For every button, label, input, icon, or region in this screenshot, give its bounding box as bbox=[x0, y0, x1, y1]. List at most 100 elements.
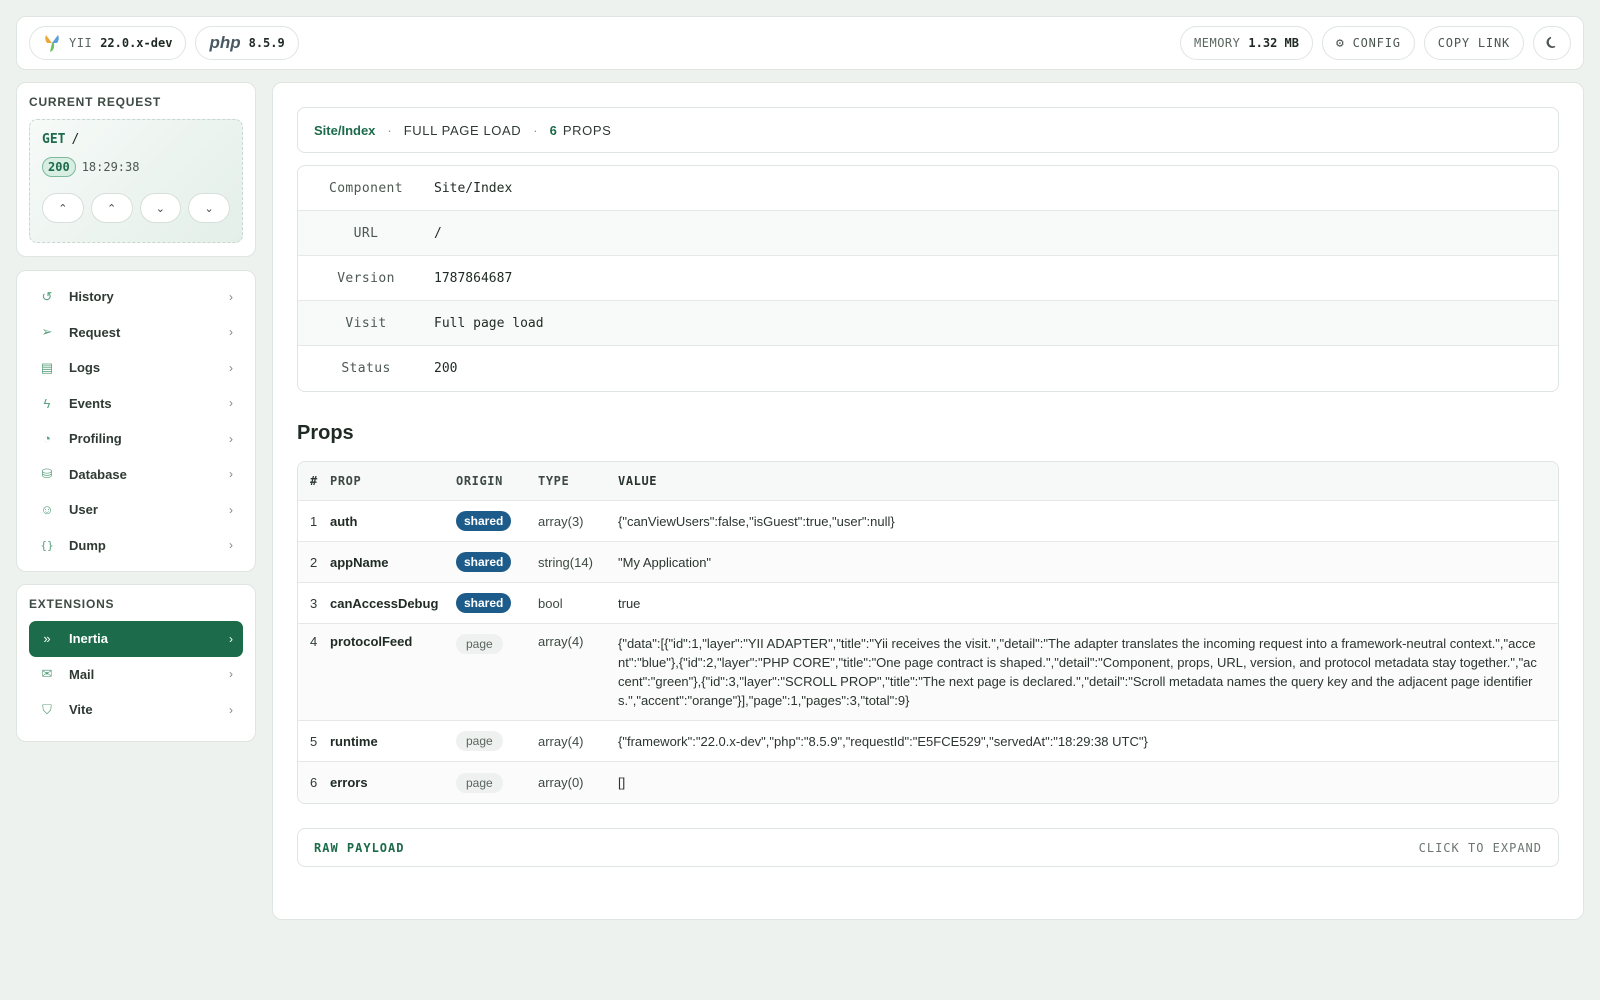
prop-name: protocolFeed bbox=[330, 634, 413, 649]
row-number: 1 bbox=[310, 513, 318, 529]
double-chevron-down-icon: ⌄ bbox=[204, 202, 214, 215]
chevron-right-icon: › bbox=[229, 360, 233, 375]
mail-icon: ✉ bbox=[41, 666, 53, 682]
gauge-icon: ◔ bbox=[43, 431, 51, 447]
detail-value: Full page load bbox=[434, 315, 544, 331]
chevron-right-icon: › bbox=[229, 396, 233, 411]
sidebar-item-profiling[interactable]: ◔ Profiling › bbox=[29, 421, 243, 457]
column-header: TYPE bbox=[538, 474, 570, 488]
table-row: 2 appName shared string(14) "My Applicat… bbox=[298, 542, 1558, 583]
extensions-title: EXTENSIONS bbox=[29, 597, 115, 611]
origin-cell: page bbox=[456, 772, 538, 793]
request-path: / bbox=[71, 132, 80, 147]
request-line: GET / bbox=[42, 132, 230, 147]
yii-version: 22.0.x-dev bbox=[100, 36, 173, 50]
page-summary-bar: Site/Index · FULL PAGE LOAD · 6 PROPS bbox=[297, 107, 1559, 153]
detail-row: URL / bbox=[298, 211, 1558, 256]
sidebar-item-vite[interactable]: ⛉ Vite › bbox=[29, 692, 243, 728]
summary-props-count: 6 bbox=[549, 122, 557, 138]
memory-value: 1.32 MB bbox=[1248, 36, 1299, 50]
props-heading: Props bbox=[297, 422, 354, 444]
panel-menu: ↺ History › ➢ Request › ▤ Logs › ϟ Event… bbox=[16, 270, 256, 572]
chevron-right-icon: › bbox=[229, 431, 233, 446]
sidebar-item-label: Profiling bbox=[69, 431, 122, 447]
table-row: 3 canAccessDebug shared bool true bbox=[298, 583, 1558, 624]
detail-key: Version bbox=[337, 270, 395, 286]
sidebar-item-dump[interactable]: {} Dump › bbox=[29, 528, 243, 564]
detail-key: URL bbox=[353, 225, 379, 241]
chevron-right-icon: › bbox=[229, 538, 233, 553]
raw-payload-toggle[interactable]: RAW PAYLOAD CLICK TO EXPAND bbox=[297, 828, 1559, 867]
column-header: # bbox=[310, 474, 318, 488]
origin-cell: page bbox=[456, 731, 538, 751]
origin-cell: shared bbox=[456, 511, 538, 531]
status-badge: 200 bbox=[42, 157, 76, 177]
row-number: 4 bbox=[310, 634, 318, 649]
chevron-right-icon: › bbox=[229, 467, 233, 482]
last-request-button[interactable]: ⌄ bbox=[188, 193, 230, 223]
sidebar-item-inertia[interactable]: » Inertia › bbox=[29, 621, 243, 657]
bolt-icon: ϟ bbox=[43, 395, 51, 411]
chevron-down-icon: ⌄ bbox=[155, 202, 165, 215]
detail-row: Component Site/Index bbox=[298, 166, 1558, 211]
prop-value: true bbox=[618, 595, 641, 611]
prop-type: array(0) bbox=[538, 775, 584, 790]
sidebar-item-label: User bbox=[69, 502, 98, 518]
previous-request-button[interactable]: ⌃ bbox=[90, 193, 133, 223]
table-row: 6 errors page array(0) [] bbox=[298, 762, 1558, 803]
theme-toggle-button[interactable] bbox=[1533, 26, 1571, 60]
row-number: 3 bbox=[310, 595, 318, 611]
current-request-title: CURRENT REQUEST bbox=[29, 95, 162, 109]
detail-key: Visit bbox=[345, 315, 387, 331]
chevron-right-icon: › bbox=[229, 667, 233, 682]
table-header-row: # PROP ORIGIN TYPE VALUE bbox=[298, 462, 1558, 501]
column-header: VALUE bbox=[618, 473, 658, 488]
prop-name: errors bbox=[330, 775, 368, 790]
summary-load-type: FULL PAGE LOAD bbox=[403, 122, 522, 138]
first-request-button[interactable]: ⌃ bbox=[42, 193, 84, 223]
detail-value: Site/Index bbox=[434, 180, 513, 196]
prop-name: canAccessDebug bbox=[330, 595, 439, 611]
yii-version-pill: YII 22.0.x-dev bbox=[29, 26, 187, 60]
sidebar-item-label: History bbox=[69, 289, 114, 305]
sidebar-item-label: Logs bbox=[69, 360, 101, 376]
current-request-card: CURRENT REQUEST GET / 200 18:29:38 ⌃ ⌃ ⌄ … bbox=[16, 82, 256, 257]
detail-row: Version 1787864687 bbox=[298, 256, 1558, 301]
origin-badge: shared bbox=[456, 511, 512, 531]
chevron-right-icon: › bbox=[229, 502, 233, 517]
prop-type: string(14) bbox=[538, 554, 593, 570]
request-meta: 200 18:29:38 bbox=[42, 157, 230, 177]
sidebar-item-events[interactable]: ϟ Events › bbox=[29, 386, 243, 422]
sidebar-item-logs[interactable]: ▤ Logs › bbox=[29, 350, 243, 386]
copy-link-button[interactable]: COPY LINK bbox=[1423, 26, 1524, 60]
prop-value: "My Application" bbox=[618, 554, 712, 570]
origin-badge: page bbox=[456, 772, 503, 793]
sidebar-item-mail[interactable]: ✉ Mail › bbox=[29, 657, 243, 693]
send-icon: ➢ bbox=[41, 324, 53, 340]
moon-icon bbox=[1546, 36, 1556, 48]
sidebar-item-label: Mail bbox=[69, 666, 95, 682]
row-number: 5 bbox=[310, 733, 318, 749]
origin-cell: shared bbox=[456, 593, 538, 613]
top-bar: YII 22.0.x-dev php 8.5.9 MEMORY 1.32 MB … bbox=[16, 16, 1584, 70]
sidebar-item-user[interactable]: ☺ User › bbox=[29, 492, 243, 528]
chevron-right-icon: › bbox=[229, 631, 233, 646]
prop-value: {"data":[{"id":1,"layer":"YII ADAPTER","… bbox=[618, 636, 1537, 708]
prop-type: array(4) bbox=[538, 733, 584, 749]
summary-component: Site/Index bbox=[314, 122, 376, 138]
page-details-table: Component Site/Index URL / Version 17878… bbox=[297, 165, 1559, 392]
sidebar-item-request[interactable]: ➢ Request › bbox=[29, 315, 243, 351]
detail-value: 200 bbox=[434, 361, 458, 376]
chevron-right-icon: › bbox=[229, 325, 233, 340]
chevron-up-icon: ⌃ bbox=[107, 202, 117, 215]
origin-badge: page bbox=[456, 731, 503, 751]
yii-label: YII bbox=[69, 36, 93, 50]
sidebar-item-history[interactable]: ↺ History › bbox=[29, 279, 243, 315]
memory-pill: MEMORY 1.32 MB bbox=[1180, 26, 1313, 60]
config-button[interactable]: ⚙ CONFIG bbox=[1321, 26, 1415, 60]
next-request-button[interactable]: ⌄ bbox=[139, 193, 182, 223]
sidebar-item-database[interactable]: ⛁ Database › bbox=[29, 457, 243, 493]
request-nav-buttons: ⌃ ⌃ ⌄ ⌄ bbox=[42, 193, 230, 223]
history-icon: ↺ bbox=[41, 288, 53, 304]
user-icon: ☺ bbox=[40, 502, 54, 518]
